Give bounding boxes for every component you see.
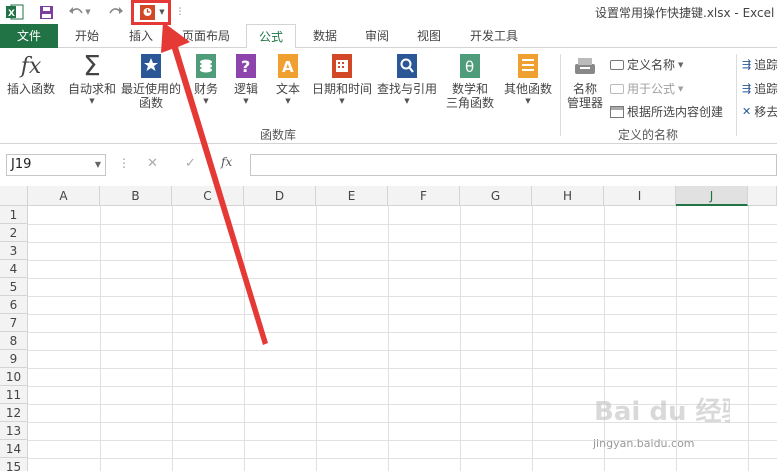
svg-text:Bai du 经验: Bai du 经验	[594, 396, 730, 427]
baidu-watermark-url: jingyan.baidu.com	[593, 437, 695, 450]
baidu-watermark-logo: Bai du 经验	[590, 386, 748, 437]
